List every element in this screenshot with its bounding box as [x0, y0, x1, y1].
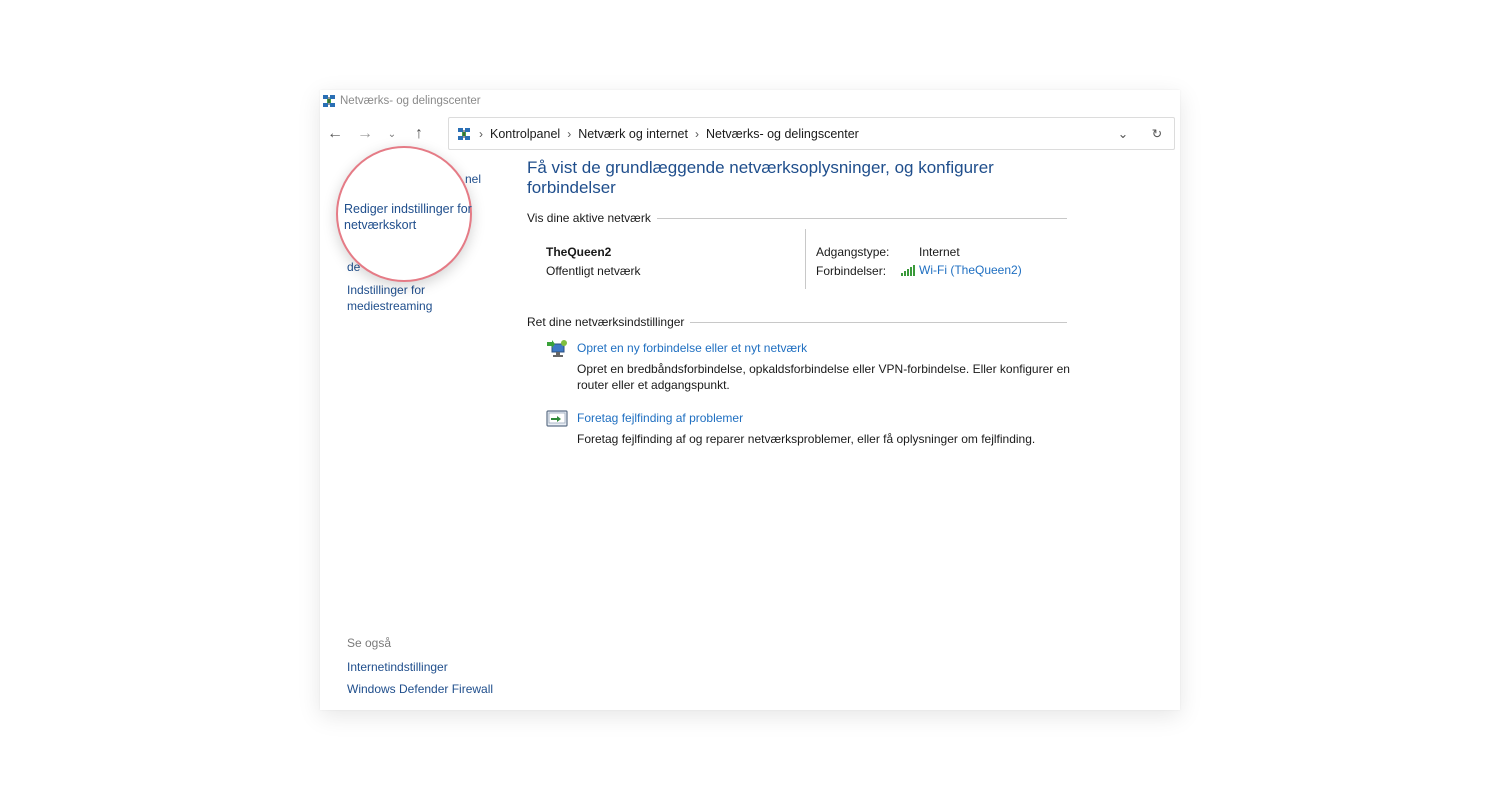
task-new-connection: Opret en ny forbindelse eller et nyt net…	[527, 339, 1070, 409]
window-title: Netværks- og delingscenter	[340, 95, 481, 107]
active-network-block: TheQueen2 Offentligt netværk Adgangstype…	[527, 229, 1067, 293]
section-divider	[690, 321, 1067, 323]
chevron-down-icon: ⌄	[387, 128, 397, 140]
address-bar-controls: ⌄ ↻	[1106, 126, 1174, 141]
main-content: Få vist de grundlæggende netværksoplysni…	[527, 158, 1070, 479]
new-connection-link[interactable]: Opret en ny forbindelse eller et nyt net…	[577, 341, 807, 355]
network-divider	[805, 229, 806, 289]
new-connection-description: Opret en bredbåndsforbindelse, opkaldsfo…	[577, 362, 1070, 392]
new-connection-icon	[547, 340, 567, 357]
up-arrow-icon: ↑	[415, 125, 423, 142]
forward-button[interactable]: →	[350, 119, 380, 149]
breadcrumb-separator: ›	[694, 126, 699, 141]
breadcrumb-separator: ›	[567, 126, 572, 141]
network-sharing-center-window: Netværks- og delingscenter ← → ⌄ ↑ › Kon…	[320, 90, 1180, 710]
network-type[interactable]: Offentligt netværk	[546, 264, 641, 278]
network-settings-heading: Ret dine netværksindstillinger	[527, 315, 1067, 329]
breadcrumb-netvaerks-og-delingscenter[interactable]: Netværks- og delingscenter	[706, 127, 859, 141]
back-arrow-icon: ←	[327, 125, 343, 142]
wifi-signal-icon	[901, 264, 915, 276]
back-button[interactable]: ←	[320, 119, 350, 149]
active-networks-heading-label: Vis dine aktive netværk	[527, 211, 651, 225]
address-dropdown-button[interactable]: ⌄	[1106, 126, 1140, 141]
see-also-title: Se også	[347, 636, 392, 650]
breadcrumb-kontrolpanel[interactable]: Kontrolpanel	[490, 127, 560, 141]
internet-options-link[interactable]: Internetindstillinger	[347, 660, 493, 674]
network-center-icon	[458, 127, 470, 140]
access-type-label: Adgangstype:	[816, 245, 890, 259]
troubleshoot-description: Foretag fejlfinding af og reparer netvær…	[577, 432, 1036, 446]
wifi-connection-label: Wi-Fi (TheQueen2)	[919, 263, 1022, 277]
network-name: TheQueen2	[546, 245, 612, 259]
wifi-connection-link[interactable]: Wi-Fi (TheQueen2)	[901, 263, 1022, 277]
network-center-icon	[323, 95, 335, 107]
see-also-section: Se også Internetindstillinger Windows De…	[347, 636, 493, 704]
sidebar-item-control-panel-home-partial[interactable]: nel	[465, 171, 481, 187]
network-settings-heading-label: Ret dine netværksindstillinger	[527, 315, 685, 329]
breadcrumb-separator: ›	[479, 126, 483, 141]
access-type-value: Internet	[919, 245, 960, 259]
navigation-row: ← → ⌄ ↑ › Kontrolpanel › Netværk og inte…	[320, 117, 1180, 151]
page-title: Få vist de grundlæggende netværksoplysni…	[527, 158, 994, 197]
refresh-button[interactable]: ↻	[1140, 126, 1174, 141]
troubleshoot-link[interactable]: Foretag fejlfinding af problemer	[577, 411, 743, 425]
sidebar-item-media-streaming[interactable]: Indstillinger for mediestreaming	[347, 282, 457, 314]
active-networks-heading: Vis dine aktive netværk	[527, 211, 1067, 225]
connections-label: Forbindelser:	[816, 264, 887, 278]
address-bar[interactable]: › Kontrolpanel › Netværk og internet › N…	[448, 117, 1175, 150]
up-button[interactable]: ↑	[404, 119, 434, 149]
windows-defender-firewall-link[interactable]: Windows Defender Firewall	[347, 682, 493, 696]
forward-arrow-icon: →	[357, 125, 373, 142]
troubleshoot-icon	[546, 410, 568, 427]
title-bar: Netværks- og delingscenter	[320, 90, 1180, 112]
highlight-spotlight: Rediger indstillinger for netværkskort	[336, 146, 472, 282]
recent-locations-button[interactable]: ⌄	[380, 119, 404, 149]
section-divider	[656, 217, 1067, 219]
breadcrumb-netvaerk-og-internet[interactable]: Netværk og internet	[578, 127, 688, 141]
sidebar-item-change-adapter-settings[interactable]: Rediger indstillinger for netværkskort	[344, 201, 472, 233]
task-troubleshoot: Foretag fejlfinding af problemer Foretag…	[527, 409, 1067, 479]
